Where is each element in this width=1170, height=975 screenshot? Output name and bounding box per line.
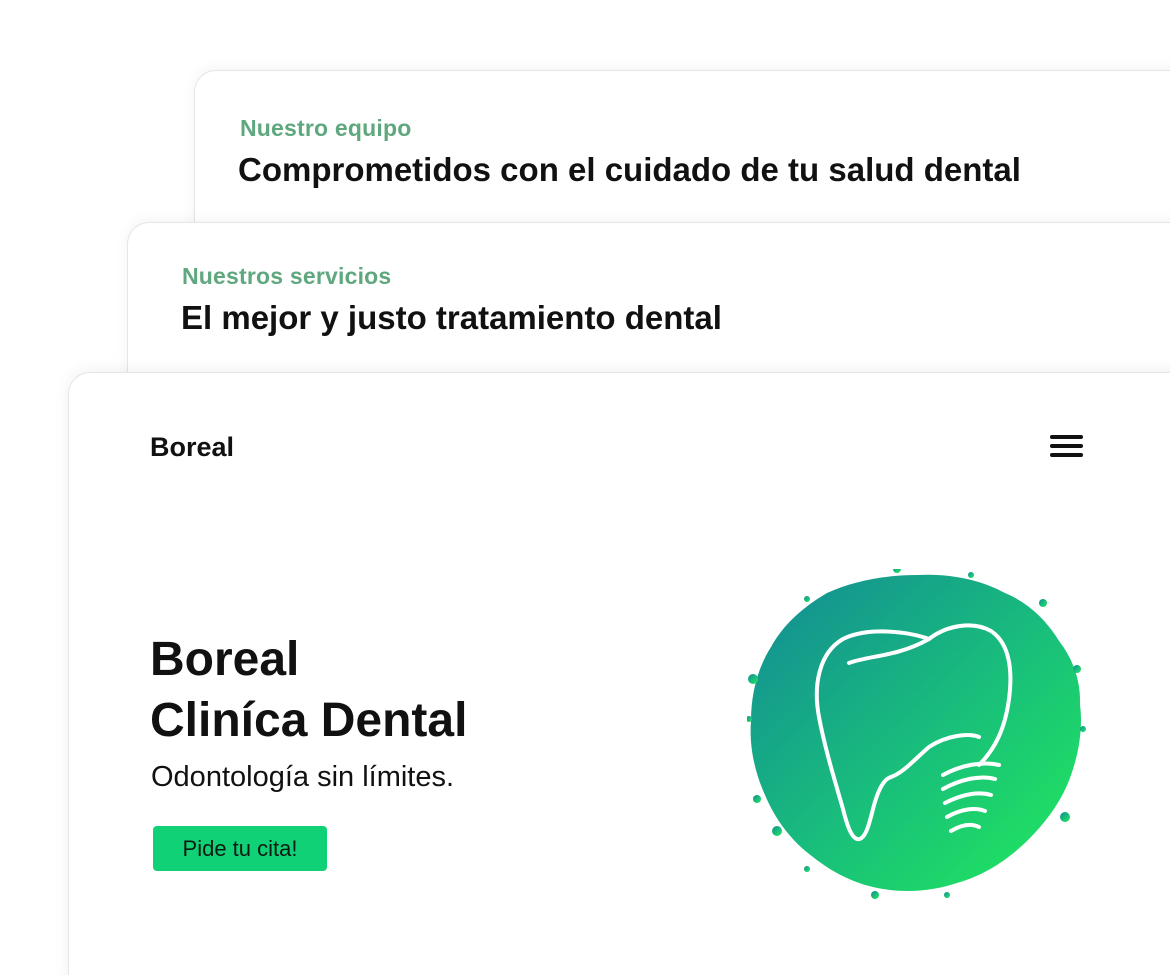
hero-title-line-1: Boreal [150, 633, 300, 686]
menu-bar [1050, 453, 1083, 457]
hamburger-menu-icon[interactable] [1047, 433, 1087, 463]
hero-subtitle: Odontología sin límites. [151, 761, 455, 793]
team-headline: Comprometidos con el cuidado de tu salud… [238, 151, 1021, 188]
menu-bar [1050, 444, 1083, 448]
services-headline: El mejor y justo tratamiento dental [181, 299, 722, 336]
page: Nuestro equipo Comprometidos con el cuid… [0, 0, 1170, 975]
book-appointment-button[interactable]: Pide tu cita! [153, 826, 327, 871]
brand-logo-text[interactable]: Boreal [150, 432, 234, 463]
team-eyebrow: Nuestro equipo [240, 115, 412, 141]
tooth-logo-icon [747, 569, 1086, 899]
menu-bar [1050, 435, 1083, 439]
services-eyebrow: Nuestros servicios [182, 263, 392, 289]
hero-section-card: Boreal Boreal Cliníca Dental Odontología… [68, 372, 1170, 975]
logo-brush-disc [750, 574, 1081, 891]
hero-title-line-2: Cliníca Dental [150, 694, 468, 747]
hero-title: Boreal Cliníca Dental [150, 629, 467, 751]
